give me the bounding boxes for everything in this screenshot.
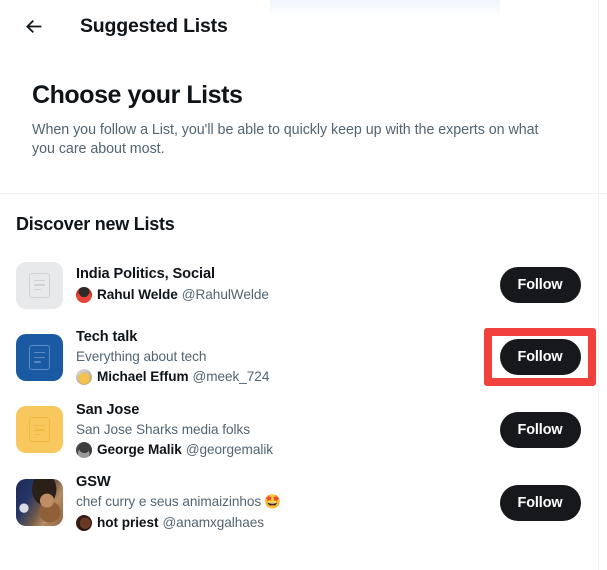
list-item-name: India Politics, Social: [76, 266, 215, 283]
list-placeholder-icon: [29, 272, 50, 298]
page-title: Suggested Lists: [80, 15, 228, 37]
list-item-name: San Jose: [76, 401, 140, 418]
intro-title: Choose your Lists: [32, 81, 243, 109]
list-owner-handle: @RahulWelde: [181, 287, 269, 303]
list-owner: Rahul Welde @RahulWelde: [76, 286, 484, 304]
list-item-body: GSW chef curry e seus animaizinhos 🤩 hot pr…: [63, 473, 484, 532]
list-item-description-text: San Jose Sharks media folks: [76, 421, 250, 437]
follow-button-slot: Follow: [484, 474, 596, 532]
list-owner: Michael Effum @meek_724: [76, 368, 484, 386]
intro-section: Choose your Lists When you follow a List…: [0, 53, 607, 194]
avatar: [76, 514, 92, 531]
list-thumbnail: [16, 406, 63, 454]
suggested-lists-screen: Suggested Lists Choose your Lists When y…: [0, 0, 607, 570]
follow-button-slot: Follow: [484, 401, 596, 459]
list-owner: hot priest @anamxgalhaes: [76, 514, 484, 532]
column-right-border: [598, 0, 599, 570]
list-item-name: GSW: [76, 474, 111, 491]
list-item-name: Tech talk: [76, 329, 138, 345]
page-header: Suggested Lists: [0, 0, 607, 53]
star-struck-emoji: 🤩: [264, 494, 281, 510]
follow-button[interactable]: Follow: [499, 411, 581, 448]
back-button[interactable]: [13, 7, 53, 47]
avatar: [76, 287, 92, 304]
list-owner-name: Michael Effum: [97, 369, 189, 385]
list-owner-handle: @anamxgalhaes: [162, 514, 265, 530]
list-item-body: Tech talk Everything about tech Michael Ef…: [63, 328, 484, 387]
list-owner: George Malik @georgemalik: [76, 441, 484, 459]
avatar: [76, 369, 92, 386]
follow-button[interactable]: Follow: [499, 484, 581, 521]
list-item-body: San Jose San Jose Sharks media folks Georg…: [63, 401, 484, 460]
follow-button[interactable]: Follow: [499, 339, 581, 376]
list-item[interactable]: GSW chef curry e seus animaizinhos 🤩 hot pr…: [0, 466, 607, 539]
list-item-description: San Jose Sharks media folks: [76, 421, 484, 439]
list-thumbnail: [16, 333, 63, 381]
follow-button-slot: Follow: [484, 256, 596, 314]
list-thumbnail: [16, 479, 63, 527]
list-owner-handle: @georgemalik: [185, 441, 274, 457]
list-item[interactable]: San Jose San Jose Sharks media folks Georg…: [0, 394, 607, 467]
list-owner-name: hot priest: [97, 514, 159, 530]
list-item-description-text: Everything about tech: [76, 348, 207, 364]
avatar: [76, 442, 92, 459]
list-item-body: India Politics, Social Rahul Welde @RahulW…: [63, 265, 484, 304]
lists-container: India Politics, Social Rahul Welde @RahulW…: [0, 249, 607, 539]
list-item-description: chef curry e seus animaizinhos 🤩: [76, 493, 484, 511]
list-item[interactable]: Tech talk Everything about tech Michael Ef…: [0, 321, 607, 394]
list-thumbnail-photo: [16, 479, 63, 527]
follow-button-slot: Follow: [484, 328, 596, 387]
list-owner-name: Rahul Welde: [97, 287, 178, 303]
arrow-left-icon: [23, 16, 44, 37]
list-item-description: Everything about tech: [76, 348, 484, 366]
list-placeholder-icon: [29, 417, 50, 443]
list-item-description-text: chef curry e seus animaizinhos: [76, 494, 262, 510]
list-owner-name: George Malik: [97, 441, 182, 457]
follow-button[interactable]: Follow: [499, 267, 581, 303]
list-thumbnail: [16, 261, 63, 309]
list-owner-handle: @meek_724: [192, 369, 270, 385]
list-item[interactable]: India Politics, Social Rahul Welde @RahulW…: [0, 249, 607, 321]
intro-subtitle: When you follow a List, you'll be able t…: [32, 122, 539, 157]
list-placeholder-icon: [29, 344, 50, 370]
discover-section-heading: Discover new Lists: [16, 214, 175, 234]
